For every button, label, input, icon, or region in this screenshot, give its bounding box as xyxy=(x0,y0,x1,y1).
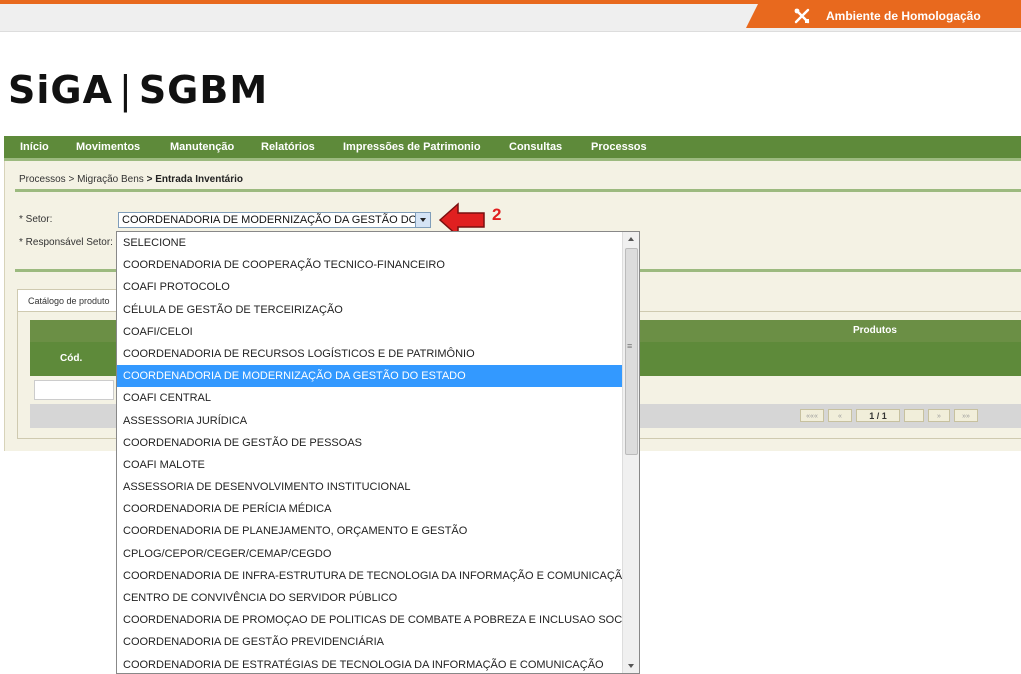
menu-consultas[interactable]: Consultas xyxy=(509,136,562,158)
dropdown-option[interactable]: ASSESSORIA JURÍDICA xyxy=(117,410,623,432)
annotation-number: 2 xyxy=(492,205,502,224)
pager-last-button[interactable]: »» xyxy=(954,409,978,422)
dropdown-option[interactable]: COORDENADORIA DE INFRA-ESTRUTURA DE TECN… xyxy=(117,565,623,587)
pager-prev-button[interactable]: « xyxy=(828,409,852,422)
dropdown-option[interactable]: COORDENADORIA DE GESTÃO DE PESSOAS xyxy=(117,432,623,454)
dropdown-option[interactable]: COAFI/CELOI xyxy=(117,321,623,343)
breadcrumb-current: > Entrada Inventário xyxy=(146,174,243,185)
logo-separator: | xyxy=(119,68,133,112)
dropdown-options: SELECIONE COORDENADORIA DE COOPERAÇÃO TEC… xyxy=(117,232,623,673)
setor-select-value: COORDENADORIA DE MODERNIZAÇÃO DA GESTÃO … xyxy=(122,214,418,226)
dropdown-option[interactable]: COORDENADORIA DE PLANEJAMENTO, ORÇAMENTO… xyxy=(117,520,623,542)
dropdown-scrollbar[interactable] xyxy=(622,232,639,673)
dropdown-option[interactable]: CÉLULA DE GESTÃO DE TERCEIRIZAÇÃO xyxy=(117,299,623,321)
menu-movimentos[interactable]: Movimentos xyxy=(76,136,140,158)
dropdown-option[interactable]: CENTRO DE CONVIVÊNCIA DO SERVIDOR PÚBLIC… xyxy=(117,587,623,609)
divider xyxy=(15,189,1021,192)
tab-catalogo[interactable]: Catálogo de produto xyxy=(17,289,122,311)
breadcrumb-migracao[interactable]: > Migração Bens xyxy=(68,174,143,185)
setor-select[interactable]: COORDENADORIA DE MODERNIZAÇÃO DA GESTÃO … xyxy=(118,212,431,228)
dropdown-option[interactable]: COORDENADORIA DE ESTRATÉGIAS DE TECNOLOG… xyxy=(117,654,623,673)
breadcrumb-processos[interactable]: Processos xyxy=(19,174,66,185)
dropdown-option[interactable]: COORDENADORIA DE COOPERAÇÃO TECNICO-FINA… xyxy=(117,254,623,276)
pager-next-button[interactable]: » xyxy=(928,409,950,422)
dropdown-option[interactable]: COORDENADORIA DE MODERNIZAÇÃO DA GESTÃO … xyxy=(117,365,623,388)
dropdown-option[interactable]: COAFI PROTOCOLO xyxy=(117,276,623,298)
cod-filter-input[interactable] xyxy=(34,380,114,400)
app-logo: SiGA | SGBM xyxy=(8,68,268,112)
col-cod[interactable]: Cód. xyxy=(60,353,82,364)
scrollbar-thumb[interactable] xyxy=(625,248,638,455)
dropdown-option[interactable]: ASSESSORIA DE DESENVOLVIMENTO INSTITUCIO… xyxy=(117,476,623,498)
responsavel-label: * Responsável Setor: xyxy=(19,237,113,248)
environment-label: Ambiente de Homologação xyxy=(826,9,981,23)
dropdown-option[interactable]: COAFI MALOTE xyxy=(117,454,623,476)
chevron-down-icon[interactable] xyxy=(415,213,430,227)
scroll-down-icon[interactable] xyxy=(623,659,639,673)
logo-sgbm: SGBM xyxy=(138,68,269,112)
menu-manutencao[interactable]: Manutenção xyxy=(170,136,234,158)
dropdown-option[interactable]: COAFI CENTRAL xyxy=(117,387,623,409)
menu-inicio[interactable]: Início xyxy=(20,136,49,158)
produtos-header: Produtos xyxy=(853,325,897,336)
main-menu: Início Movimentos Manutenção Relatórios … xyxy=(4,136,1021,161)
menu-processos[interactable]: Processos xyxy=(591,136,647,158)
scroll-up-icon[interactable] xyxy=(623,232,639,246)
pager-info: 1 / 1 xyxy=(856,409,900,422)
pager-spacer xyxy=(904,409,924,422)
dropdown-option[interactable]: COORDENADORIA DE PROMOÇAO DE POLITICAS D… xyxy=(117,609,623,631)
dropdown-option[interactable]: COORDENADORIA DE GESTÃO PREVIDENCIÁRIA xyxy=(117,631,623,653)
tools-icon xyxy=(794,8,810,24)
environment-badge: Ambiente de Homologação xyxy=(746,4,1021,28)
dropdown-option[interactable]: COORDENADORIA DE RECURSOS LOGÍSTICOS E D… xyxy=(117,343,623,365)
menu-relatorios[interactable]: Relatórios xyxy=(261,136,315,158)
top-bar: Ambiente de Homologação xyxy=(0,0,1021,32)
breadcrumb: Processos > Migração Bens > Entrada Inve… xyxy=(19,174,243,185)
setor-label: * Setor: xyxy=(19,214,53,225)
setor-dropdown-list[interactable]: SELECIONE COORDENADORIA DE COOPERAÇÃO TEC… xyxy=(116,231,640,674)
pager-first-button[interactable]: ««« xyxy=(800,409,824,422)
dropdown-option[interactable]: CPLOG/CEPOR/CEGER/CEMAP/CEGDO xyxy=(117,543,623,565)
dropdown-option[interactable]: COORDENADORIA DE PERÍCIA MÉDICA xyxy=(117,498,623,520)
logo-siga: SiGA xyxy=(8,68,113,112)
menu-impressoes[interactable]: Impressões de Patrimonio xyxy=(343,136,481,158)
dropdown-option[interactable]: SELECIONE xyxy=(117,232,623,254)
